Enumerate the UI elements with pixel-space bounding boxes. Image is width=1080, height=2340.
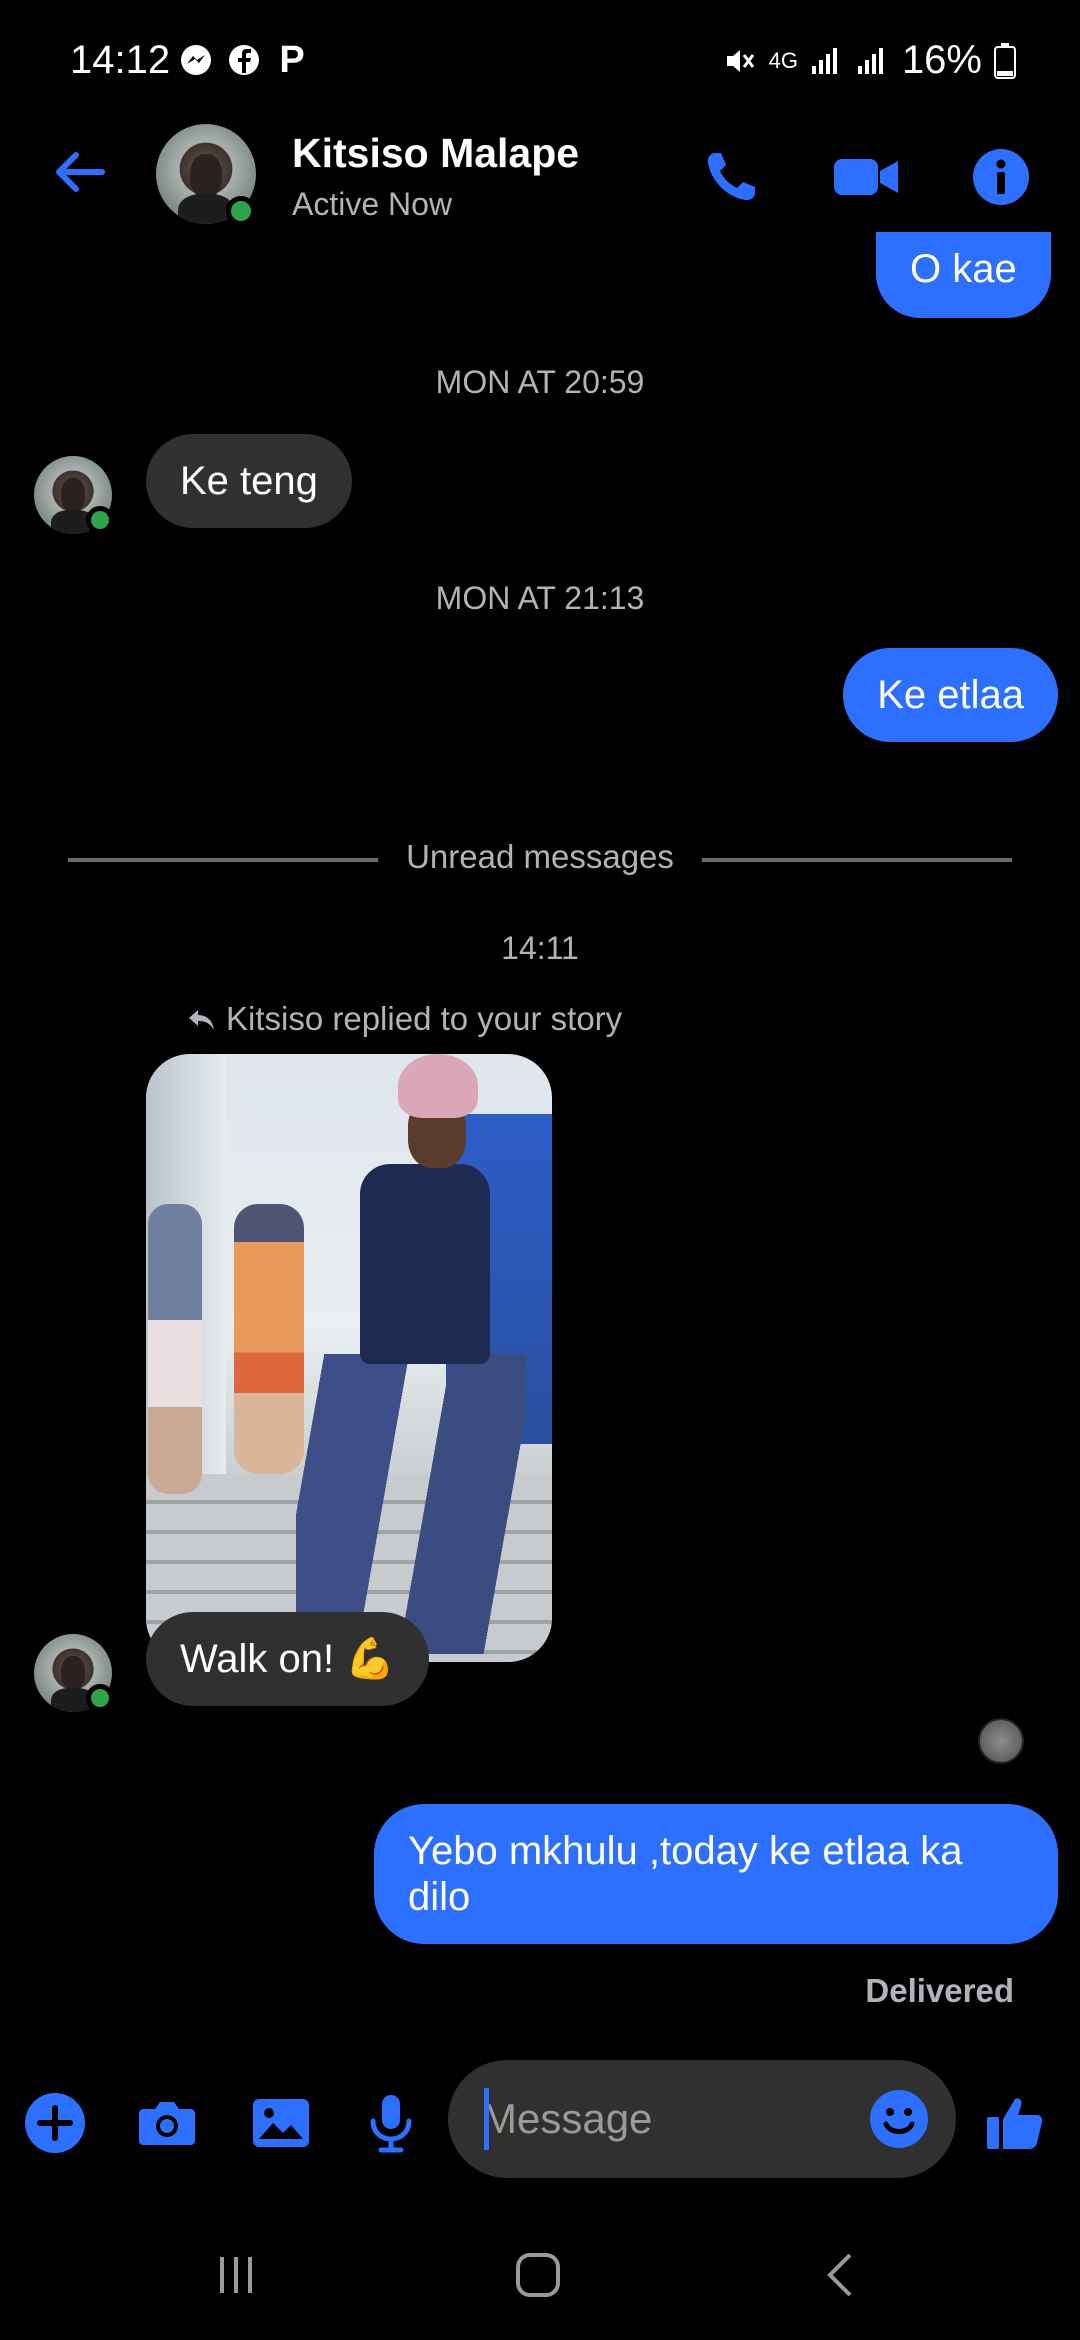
mute-icon bbox=[726, 49, 754, 72]
messenger-notification-icon bbox=[178, 42, 214, 78]
message-text: Yebo mkhulu ,today ke etlaa ka dilo bbox=[408, 1829, 963, 1919]
contact-status: Active Now bbox=[292, 186, 453, 222]
home-icon bbox=[516, 2253, 560, 2297]
info-icon bbox=[973, 149, 1029, 205]
recent-apps-button[interactable] bbox=[196, 2240, 276, 2310]
arrow-left-icon bbox=[56, 152, 105, 192]
like-button[interactable] bbox=[980, 2088, 1050, 2158]
message-input[interactable] bbox=[482, 2095, 862, 2143]
text-caret bbox=[484, 2088, 489, 2150]
message-text: Ke teng bbox=[180, 459, 318, 503]
thumbs-up-icon bbox=[987, 2098, 1043, 2149]
outgoing-message[interactable]: O kae bbox=[876, 232, 1051, 318]
online-indicator bbox=[86, 506, 114, 534]
info-button[interactable] bbox=[966, 142, 1036, 212]
call-button[interactable] bbox=[696, 142, 766, 212]
timestamp: MON AT 21:13 bbox=[435, 580, 645, 616]
camera-button[interactable] bbox=[132, 2088, 202, 2158]
unread-divider-label: Unread messages bbox=[406, 838, 674, 875]
message-text: Walk on! 💪 bbox=[180, 1637, 396, 1681]
divider-line bbox=[702, 858, 1012, 862]
image-icon bbox=[253, 2099, 309, 2147]
signal-icon bbox=[811, 47, 837, 74]
incoming-message[interactable]: Ke teng bbox=[146, 434, 352, 528]
online-indicator bbox=[226, 196, 256, 226]
phone-icon bbox=[707, 153, 755, 201]
contact-name[interactable]: Kitsiso Malape bbox=[292, 130, 579, 177]
video-camera-icon bbox=[834, 159, 898, 195]
outgoing-message[interactable]: Ke etlaa bbox=[843, 648, 1058, 742]
story-reply-label: Kitsiso replied to your story bbox=[186, 1000, 622, 1038]
network-type: 4G bbox=[768, 47, 798, 73]
battery-percent: 16% bbox=[901, 38, 982, 82]
online-indicator bbox=[86, 1684, 114, 1712]
status-time: 14:12 bbox=[70, 38, 171, 82]
notification-icons: P bbox=[178, 38, 310, 81]
emoji-button[interactable] bbox=[862, 2082, 936, 2156]
system-navigation-bar bbox=[0, 2200, 1080, 2340]
reply-icon bbox=[189, 1010, 214, 1030]
story-reply-text: Kitsiso replied to your story bbox=[226, 1000, 623, 1037]
story-image[interactable] bbox=[146, 1054, 552, 1662]
smiley-icon bbox=[870, 2090, 928, 2148]
timestamp: 14:11 bbox=[501, 930, 579, 966]
add-button[interactable] bbox=[20, 2088, 90, 2158]
back-nav-button[interactable] bbox=[802, 2240, 882, 2310]
status-bar: 14:12 P 4G 16% bbox=[0, 0, 1080, 120]
signal-icon-2 bbox=[857, 47, 883, 74]
message-input-container bbox=[448, 2060, 956, 2178]
camera-icon bbox=[139, 2102, 195, 2145]
voice-message-button[interactable] bbox=[356, 2088, 426, 2158]
message-composer bbox=[0, 2060, 1080, 2180]
system-indicators: 4G 16% bbox=[723, 38, 1016, 83]
p-notification-icon: P bbox=[279, 38, 305, 81]
chevron-left-icon bbox=[827, 2253, 852, 2297]
battery-icon bbox=[994, 42, 1016, 79]
home-button[interactable] bbox=[498, 2240, 578, 2310]
plus-icon bbox=[25, 2093, 85, 2153]
recents-icon bbox=[220, 2257, 252, 2293]
message-text: O kae bbox=[910, 247, 1017, 291]
back-button[interactable] bbox=[50, 142, 110, 202]
video-call-button[interactable] bbox=[832, 142, 902, 212]
facebook-notification-icon bbox=[226, 42, 262, 78]
outgoing-message[interactable]: Yebo mkhulu ,today ke etlaa ka dilo bbox=[374, 1804, 1058, 1944]
seen-indicator-avatar bbox=[978, 1718, 1024, 1764]
timestamp: MON AT 20:59 bbox=[435, 364, 645, 400]
message-text: Ke etlaa bbox=[877, 673, 1024, 717]
gallery-button[interactable] bbox=[246, 2088, 316, 2158]
incoming-message[interactable]: Walk on! 💪 bbox=[146, 1612, 430, 1706]
microphone-icon bbox=[370, 2095, 412, 2153]
delivery-status: Delivered bbox=[865, 1972, 1014, 2009]
